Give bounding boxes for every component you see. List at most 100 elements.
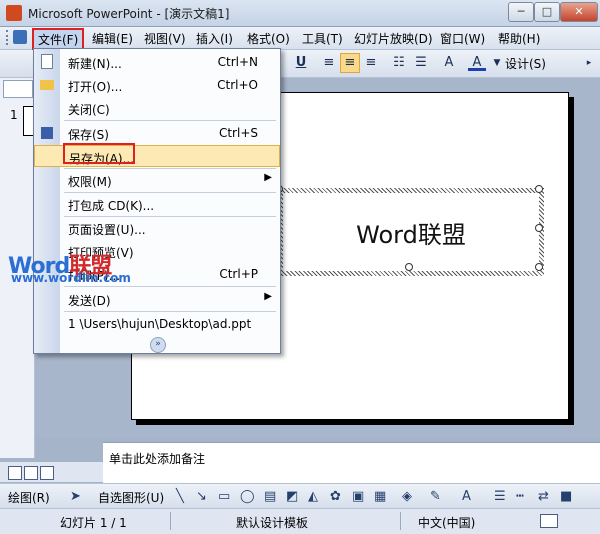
- notes-pane[interactable]: 单击此处添加备注: [103, 442, 600, 483]
- design-button[interactable]: 设计(S): [505, 55, 546, 72]
- menu-insert[interactable]: 插入(I): [196, 30, 233, 47]
- menu-edit[interactable]: 编辑(E): [92, 30, 133, 47]
- menu-help[interactable]: 帮助(H): [498, 30, 540, 47]
- menu-item-close[interactable]: 关闭(C): [34, 97, 280, 119]
- resize-handle[interactable]: [405, 263, 413, 271]
- slide-sorter-icon[interactable]: [24, 466, 38, 480]
- menu-item-shortcut: Ctrl+P: [219, 267, 258, 281]
- arrow-style-icon[interactable]: ⇄: [538, 489, 549, 504]
- title-bar: Microsoft PowerPoint - [演示文稿1] ─ □ ✕: [0, 0, 600, 27]
- close-button[interactable]: ✕: [560, 2, 598, 22]
- clipart-icon[interactable]: ✿: [330, 489, 341, 504]
- menu-format[interactable]: 格式(O): [247, 30, 290, 47]
- status-divider: [400, 512, 401, 530]
- align-right-icon[interactable]: ≡: [362, 54, 380, 72]
- template-status: 默认设计模板: [236, 516, 309, 530]
- fill-color-icon[interactable]: ◈: [402, 489, 412, 504]
- line-icon[interactable]: ╲: [176, 489, 184, 504]
- menu-window[interactable]: 窗口(W): [440, 30, 485, 47]
- menu-separator: [64, 311, 276, 312]
- minimize-button[interactable]: ─: [508, 2, 534, 22]
- picture-icon[interactable]: ▣: [352, 489, 364, 504]
- textbox-icon[interactable]: ▤: [264, 489, 276, 504]
- menu-separator: [64, 286, 276, 287]
- powerpoint-window: Microsoft PowerPoint - [演示文稿1] ─ □ ✕ 文件(…: [0, 0, 600, 534]
- powerpoint-app-icon[interactable]: [6, 5, 22, 21]
- menu-item-new[interactable]: 新建(N)... Ctrl+N: [34, 51, 280, 73]
- resize-handle[interactable]: [535, 185, 543, 193]
- menu-item-label: 权限(M): [68, 175, 112, 189]
- slide-thumbnail-number: 1: [10, 108, 18, 122]
- font-size-increase-icon[interactable]: A: [440, 54, 458, 72]
- menu-item-send[interactable]: 发送(D) ▶: [34, 288, 280, 310]
- slide-title-text[interactable]: Word联盟: [283, 215, 539, 250]
- document-icon[interactable]: [13, 30, 27, 44]
- open-folder-icon: [40, 80, 54, 90]
- menu-tools[interactable]: 工具(T): [302, 30, 343, 47]
- rectangle-icon[interactable]: ▭: [218, 489, 230, 504]
- diagram-icon[interactable]: ◭: [308, 489, 318, 504]
- view-buttons-bar: [0, 462, 103, 482]
- menu-item-label: 页面设置(U)...: [68, 223, 146, 237]
- menu-view[interactable]: 视图(V): [144, 30, 186, 47]
- spellcheck-icon[interactable]: [540, 514, 558, 528]
- arrow-icon[interactable]: ↘: [196, 489, 207, 504]
- menu-item-permission[interactable]: 权限(M) ▶: [34, 169, 280, 191]
- resize-handle[interactable]: [535, 224, 543, 232]
- menu-item-label: 保存(S): [68, 128, 109, 142]
- font-color-draw-icon[interactable]: A: [462, 489, 471, 504]
- save-as-highlight-frame: [63, 143, 135, 164]
- menu-bar: 文件(F) 编辑(E) 视图(V) 插入(I) 格式(O) 工具(T) 幻灯片放…: [0, 27, 600, 51]
- bullet-list-icon[interactable]: ☰: [412, 54, 430, 72]
- window-title: Microsoft PowerPoint - [演示文稿1]: [28, 7, 230, 21]
- new-document-icon: [41, 54, 53, 69]
- underline-icon[interactable]: U: [292, 54, 310, 72]
- menu-item-label: 打开(O)...: [68, 80, 123, 94]
- draw-menu-button[interactable]: 绘图(R): [8, 489, 50, 506]
- menu-separator: [64, 120, 276, 121]
- shadow-style-icon[interactable]: ■: [560, 489, 572, 504]
- resize-handle[interactable]: [535, 263, 543, 271]
- menu-item-label: 关闭(C): [68, 103, 110, 117]
- drawing-toolbar: 绘图(R) ➤ 自选图形(U) ╲ ↘ ▭ ◯ ▤ ◩ ◭ ✿ ▣ ▦ ◈ ✎ …: [0, 483, 600, 508]
- font-color-icon[interactable]: A: [468, 54, 486, 71]
- slideshow-view-icon[interactable]: [40, 466, 54, 480]
- line-style-icon[interactable]: ☰: [494, 489, 506, 504]
- notes-placeholder[interactable]: 单击此处添加备注: [109, 450, 205, 467]
- menu-item-shortcut: Ctrl+O: [217, 78, 258, 92]
- save-disk-icon: [41, 127, 53, 139]
- wordart-icon[interactable]: ◩: [286, 489, 298, 504]
- menu-item-label: 发送(D): [68, 294, 111, 308]
- menu-item-shortcut: Ctrl+S: [218, 126, 258, 140]
- file-menu-dropdown: 新建(N)... Ctrl+N 打开(O)... Ctrl+O 关闭(C) 保存…: [33, 48, 281, 354]
- status-bar: 幻灯片 1 / 1 默认设计模板 中文(中国): [0, 508, 600, 534]
- menu-item-save[interactable]: 保存(S) Ctrl+S: [34, 122, 280, 144]
- menu-slideshow[interactable]: 幻灯片放映(D): [354, 30, 433, 47]
- insert-picture-icon[interactable]: ▦: [374, 489, 386, 504]
- menu-item-open[interactable]: 打开(O)... Ctrl+O: [34, 74, 280, 96]
- toolbar-options-icon[interactable]: ▸: [580, 54, 598, 72]
- expand-menu-icon[interactable]: »: [150, 337, 166, 353]
- slide-count-status: 幻灯片 1 / 1: [60, 516, 127, 530]
- menu-item-label: 新建(N)...: [68, 57, 122, 71]
- status-divider: [170, 512, 171, 530]
- maximize-button[interactable]: □: [534, 2, 560, 22]
- language-status: 中文(中国): [418, 516, 476, 530]
- normal-view-icon[interactable]: [8, 466, 22, 480]
- numbered-list-icon[interactable]: ☷: [390, 54, 408, 72]
- menu-item-package-cd[interactable]: 打包成 CD(K)...: [34, 193, 280, 215]
- autoshapes-button[interactable]: 自选图形(U): [98, 489, 164, 506]
- oval-icon[interactable]: ◯: [240, 489, 255, 504]
- menu-item-page-setup[interactable]: 页面设置(U)...: [34, 217, 280, 239]
- align-left-icon[interactable]: ≡: [320, 54, 338, 72]
- select-pointer-icon[interactable]: ➤: [70, 489, 81, 504]
- submenu-arrow-icon: ▶: [264, 172, 272, 183]
- slides-tab[interactable]: [3, 80, 33, 98]
- submenu-arrow-icon: ▶: [264, 291, 272, 302]
- menu-item-recent-file[interactable]: 1 \Users\hujun\Desktop\ad.ppt: [34, 313, 280, 335]
- line-color-icon[interactable]: ✎: [430, 489, 441, 504]
- font-color-dropdown-icon[interactable]: ▼: [488, 54, 506, 72]
- toolbar-grip-icon[interactable]: [6, 30, 11, 45]
- align-center-icon[interactable]: ≡: [340, 53, 360, 73]
- dash-style-icon[interactable]: ┅: [516, 489, 524, 504]
